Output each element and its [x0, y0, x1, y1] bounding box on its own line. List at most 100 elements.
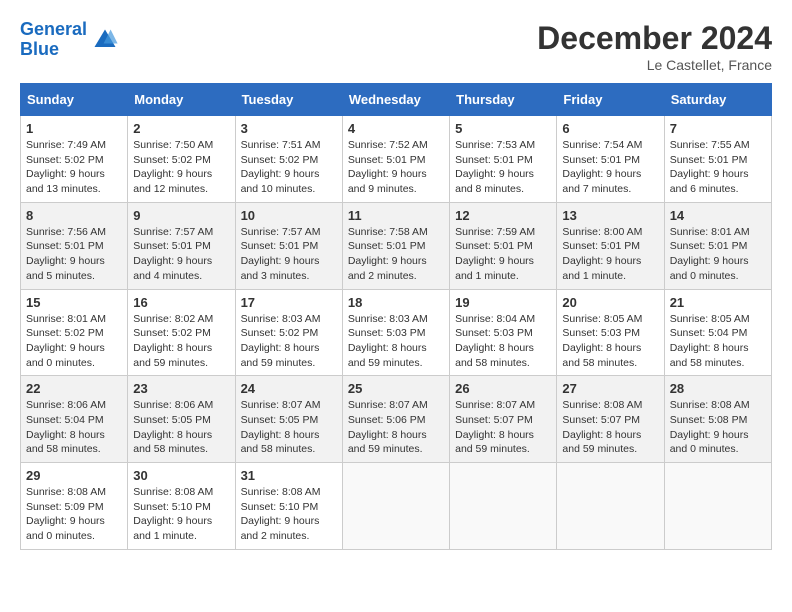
- daylight-hours: Daylight: 9 hours and 8 minutes.: [455, 168, 534, 195]
- day-info: Sunrise: 7:58 AM Sunset: 5:01 PM Dayligh…: [348, 225, 444, 284]
- sunset-time: Sunset: 5:01 PM: [348, 154, 426, 166]
- calendar-day: 5 Sunrise: 7:53 AM Sunset: 5:01 PM Dayli…: [450, 116, 557, 203]
- day-number: 7: [670, 121, 766, 136]
- sunset-time: Sunset: 5:04 PM: [26, 414, 104, 426]
- sunrise-time: Sunrise: 8:06 AM: [133, 399, 213, 411]
- sunset-time: Sunset: 5:01 PM: [670, 240, 748, 252]
- sunset-time: Sunset: 5:01 PM: [133, 240, 211, 252]
- sunrise-time: Sunrise: 7:59 AM: [455, 226, 535, 238]
- calendar-day: 10 Sunrise: 7:57 AM Sunset: 5:01 PM Dayl…: [235, 202, 342, 289]
- sunrise-time: Sunrise: 7:53 AM: [455, 139, 535, 151]
- calendar-day: 12 Sunrise: 7:59 AM Sunset: 5:01 PM Dayl…: [450, 202, 557, 289]
- daylight-hours: Daylight: 9 hours and 10 minutes.: [241, 168, 320, 195]
- calendar-day: 18 Sunrise: 8:03 AM Sunset: 5:03 PM Dayl…: [342, 289, 449, 376]
- sunset-time: Sunset: 5:05 PM: [133, 414, 211, 426]
- sunset-time: Sunset: 5:01 PM: [562, 154, 640, 166]
- weekday-header-saturday: Saturday: [664, 84, 771, 116]
- sunset-time: Sunset: 5:01 PM: [348, 240, 426, 252]
- sunrise-time: Sunrise: 7:50 AM: [133, 139, 213, 151]
- sunset-time: Sunset: 5:01 PM: [670, 154, 748, 166]
- day-number: 17: [241, 295, 337, 310]
- sunset-time: Sunset: 5:03 PM: [562, 327, 640, 339]
- day-number: 8: [26, 208, 122, 223]
- day-number: 10: [241, 208, 337, 223]
- day-number: 23: [133, 381, 229, 396]
- calendar-day: 22 Sunrise: 8:06 AM Sunset: 5:04 PM Dayl…: [21, 376, 128, 463]
- daylight-hours: Daylight: 8 hours and 59 minutes.: [241, 342, 320, 369]
- sunrise-time: Sunrise: 8:03 AM: [348, 313, 428, 325]
- daylight-hours: Daylight: 9 hours and 5 minutes.: [26, 255, 105, 282]
- calendar-day: 27 Sunrise: 8:08 AM Sunset: 5:07 PM Dayl…: [557, 376, 664, 463]
- sunrise-time: Sunrise: 8:03 AM: [241, 313, 321, 325]
- sunrise-time: Sunrise: 7:56 AM: [26, 226, 106, 238]
- calendar-day: 26 Sunrise: 8:07 AM Sunset: 5:07 PM Dayl…: [450, 376, 557, 463]
- calendar-week-1: 1 Sunrise: 7:49 AM Sunset: 5:02 PM Dayli…: [21, 116, 772, 203]
- day-number: 12: [455, 208, 551, 223]
- calendar-day: 6 Sunrise: 7:54 AM Sunset: 5:01 PM Dayli…: [557, 116, 664, 203]
- sunrise-time: Sunrise: 8:08 AM: [562, 399, 642, 411]
- sunrise-time: Sunrise: 8:08 AM: [241, 486, 321, 498]
- page-header: GeneralBlue December 2024 Le Castellet, …: [20, 20, 772, 73]
- daylight-hours: Daylight: 8 hours and 59 minutes.: [348, 429, 427, 456]
- daylight-hours: Daylight: 9 hours and 6 minutes.: [670, 168, 749, 195]
- sunrise-time: Sunrise: 7:57 AM: [241, 226, 321, 238]
- calendar-day: 13 Sunrise: 8:00 AM Sunset: 5:01 PM Dayl…: [557, 202, 664, 289]
- calendar-day: 31 Sunrise: 8:08 AM Sunset: 5:10 PM Dayl…: [235, 463, 342, 550]
- sunset-time: Sunset: 5:09 PM: [26, 501, 104, 513]
- calendar-day: [342, 463, 449, 550]
- calendar-table: SundayMondayTuesdayWednesdayThursdayFrid…: [20, 83, 772, 550]
- daylight-hours: Daylight: 9 hours and 1 minute.: [455, 255, 534, 282]
- sunset-time: Sunset: 5:02 PM: [26, 327, 104, 339]
- logo-text: GeneralBlue: [20, 20, 87, 60]
- day-info: Sunrise: 8:04 AM Sunset: 5:03 PM Dayligh…: [455, 312, 551, 371]
- day-info: Sunrise: 7:54 AM Sunset: 5:01 PM Dayligh…: [562, 138, 658, 197]
- calendar-day: 8 Sunrise: 7:56 AM Sunset: 5:01 PM Dayli…: [21, 202, 128, 289]
- day-info: Sunrise: 8:02 AM Sunset: 5:02 PM Dayligh…: [133, 312, 229, 371]
- logo: GeneralBlue: [20, 20, 119, 60]
- sunset-time: Sunset: 5:02 PM: [133, 327, 211, 339]
- calendar-day: [450, 463, 557, 550]
- sunset-time: Sunset: 5:02 PM: [26, 154, 104, 166]
- day-number: 28: [670, 381, 766, 396]
- day-info: Sunrise: 7:50 AM Sunset: 5:02 PM Dayligh…: [133, 138, 229, 197]
- day-info: Sunrise: 8:08 AM Sunset: 5:09 PM Dayligh…: [26, 485, 122, 544]
- sunrise-time: Sunrise: 8:08 AM: [133, 486, 213, 498]
- title-section: December 2024 Le Castellet, France: [537, 20, 772, 73]
- day-number: 15: [26, 295, 122, 310]
- day-info: Sunrise: 8:06 AM Sunset: 5:04 PM Dayligh…: [26, 398, 122, 457]
- sunrise-time: Sunrise: 8:02 AM: [133, 313, 213, 325]
- daylight-hours: Daylight: 9 hours and 0 minutes.: [26, 342, 105, 369]
- day-number: 6: [562, 121, 658, 136]
- day-number: 9: [133, 208, 229, 223]
- sunset-time: Sunset: 5:03 PM: [455, 327, 533, 339]
- calendar-day: 17 Sunrise: 8:03 AM Sunset: 5:02 PM Dayl…: [235, 289, 342, 376]
- sunset-time: Sunset: 5:03 PM: [348, 327, 426, 339]
- day-number: 20: [562, 295, 658, 310]
- day-number: 14: [670, 208, 766, 223]
- day-info: Sunrise: 7:59 AM Sunset: 5:01 PM Dayligh…: [455, 225, 551, 284]
- sunrise-time: Sunrise: 7:51 AM: [241, 139, 321, 151]
- day-number: 29: [26, 468, 122, 483]
- calendar-week-3: 15 Sunrise: 8:01 AM Sunset: 5:02 PM Dayl…: [21, 289, 772, 376]
- sunset-time: Sunset: 5:02 PM: [241, 154, 319, 166]
- day-info: Sunrise: 8:05 AM Sunset: 5:03 PM Dayligh…: [562, 312, 658, 371]
- calendar-day: 9 Sunrise: 7:57 AM Sunset: 5:01 PM Dayli…: [128, 202, 235, 289]
- calendar-day: 4 Sunrise: 7:52 AM Sunset: 5:01 PM Dayli…: [342, 116, 449, 203]
- daylight-hours: Daylight: 9 hours and 7 minutes.: [562, 168, 641, 195]
- sunrise-time: Sunrise: 7:57 AM: [133, 226, 213, 238]
- daylight-hours: Daylight: 9 hours and 13 minutes.: [26, 168, 105, 195]
- sunset-time: Sunset: 5:07 PM: [455, 414, 533, 426]
- sunset-time: Sunset: 5:02 PM: [133, 154, 211, 166]
- daylight-hours: Daylight: 8 hours and 58 minutes.: [26, 429, 105, 456]
- day-number: 21: [670, 295, 766, 310]
- day-number: 30: [133, 468, 229, 483]
- daylight-hours: Daylight: 9 hours and 4 minutes.: [133, 255, 212, 282]
- sunrise-time: Sunrise: 8:01 AM: [26, 313, 106, 325]
- sunrise-time: Sunrise: 7:54 AM: [562, 139, 642, 151]
- day-number: 25: [348, 381, 444, 396]
- daylight-hours: Daylight: 8 hours and 58 minutes.: [133, 429, 212, 456]
- day-number: 31: [241, 468, 337, 483]
- sunset-time: Sunset: 5:01 PM: [241, 240, 319, 252]
- daylight-hours: Daylight: 9 hours and 0 minutes.: [670, 255, 749, 282]
- day-number: 18: [348, 295, 444, 310]
